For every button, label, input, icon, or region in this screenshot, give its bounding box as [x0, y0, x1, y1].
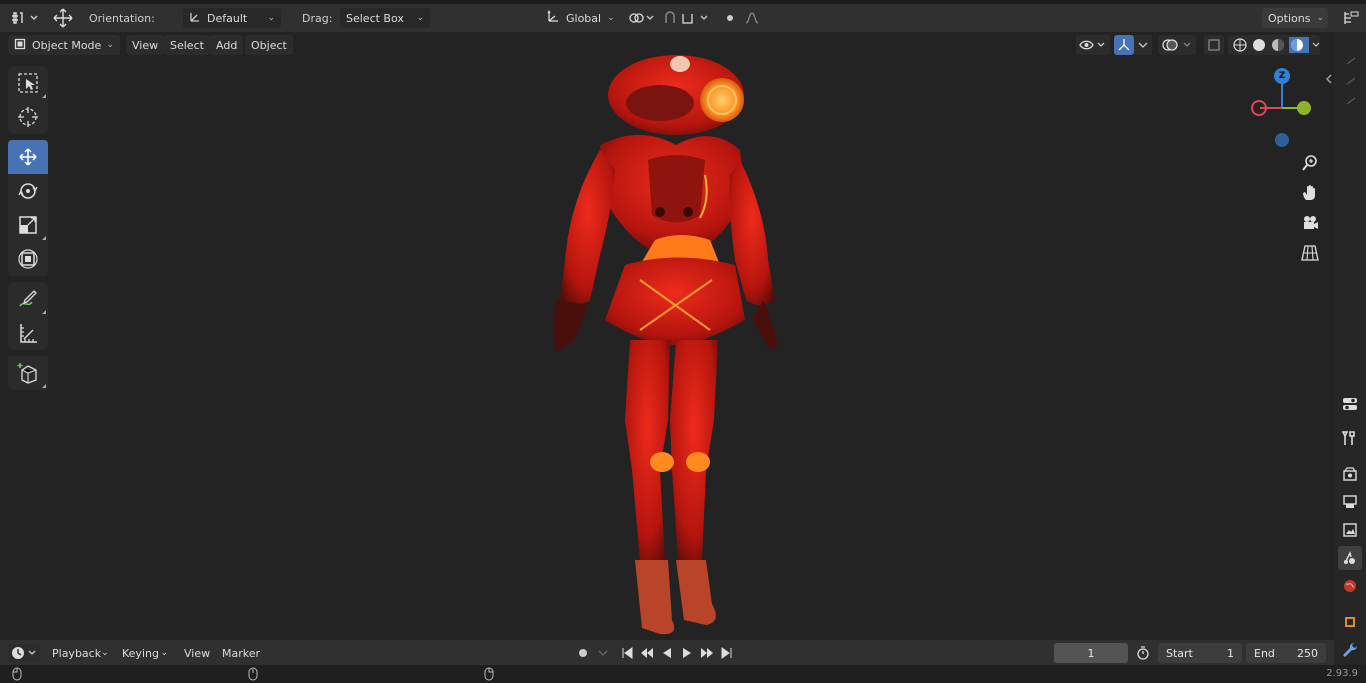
annotate-tool[interactable]: [8, 282, 48, 316]
rotate-icon: [18, 183, 38, 199]
select-box-tool[interactable]: [8, 66, 48, 100]
timeline-view-menu[interactable]: View: [178, 643, 216, 663]
version-label: 2.93.9: [1326, 668, 1358, 679]
render-properties-icon[interactable]: [1338, 462, 1362, 486]
end-value: 250: [1297, 646, 1318, 660]
viewport-3d-model[interactable]: [0, 0, 1334, 665]
start-value: 1: [1227, 646, 1234, 660]
timeline-editor-icon[interactable]: [8, 644, 40, 662]
play-icon[interactable]: [678, 644, 696, 662]
modifier-wrench-icon[interactable]: [1338, 638, 1362, 662]
cursor-icon: [18, 107, 38, 127]
measure-icon: [20, 324, 37, 343]
outliner-icon[interactable]: [1342, 10, 1360, 26]
mouse-left-icon: [10, 667, 24, 681]
select-box-icon: [18, 73, 38, 93]
chevron-down-icon: ⌄: [101, 648, 109, 658]
move-tool[interactable]: [8, 140, 48, 174]
play-reverse-icon[interactable]: [658, 644, 676, 662]
start-frame-field[interactable]: Start 1: [1158, 643, 1242, 663]
sidebar-tabs-icon: [1344, 54, 1358, 114]
current-frame-field[interactable]: 1: [1054, 643, 1128, 663]
perspective-grid-icon[interactable]: [1298, 242, 1322, 264]
tool-options-indicator: [42, 310, 46, 314]
scene-properties-icon[interactable]: [1338, 546, 1362, 570]
tool-options-indicator: [42, 94, 46, 98]
outliner-header: [1334, 4, 1366, 32]
object-properties-icon[interactable]: [1338, 610, 1362, 634]
mouse-middle-icon: [246, 667, 260, 681]
chevron-down-icon: ⌄: [160, 648, 168, 658]
transform-tool[interactable]: [8, 242, 48, 276]
marker-menu[interactable]: Marker: [216, 643, 266, 663]
world-properties-icon[interactable]: [1338, 574, 1362, 598]
end-label: End: [1254, 646, 1275, 660]
status-bar: 2.93.9: [0, 665, 1366, 683]
add-cube-icon: [17, 363, 37, 384]
scale-icon: [19, 216, 37, 234]
playback-label: Playback: [52, 646, 102, 660]
start-label: Start: [1166, 646, 1193, 660]
keying-menu[interactable]: Keying ⌄: [116, 643, 174, 663]
tool-shelf: [8, 66, 50, 390]
axis-z-label[interactable]: Z: [1274, 68, 1290, 84]
stopwatch-icon[interactable]: [1134, 644, 1152, 662]
output-properties-icon[interactable]: [1338, 490, 1362, 514]
jump-keyframe-back-icon[interactable]: [638, 644, 656, 662]
move-icon: [19, 148, 37, 166]
jump-start-icon[interactable]: [618, 644, 636, 662]
end-frame-field[interactable]: End 250: [1246, 643, 1326, 663]
jump-end-icon[interactable]: [718, 644, 736, 662]
tool-properties-icon[interactable]: [1338, 426, 1362, 450]
transform-icon: [18, 249, 38, 269]
hand-pan-icon[interactable]: [1298, 182, 1322, 204]
camera-view-icon[interactable]: [1298, 212, 1322, 234]
record-icon[interactable]: [574, 644, 592, 662]
view-layer-properties-icon[interactable]: [1338, 518, 1362, 542]
cursor-tool[interactable]: [8, 100, 48, 134]
mouse-right-icon: [482, 667, 496, 681]
chevron-down-icon[interactable]: [594, 644, 612, 662]
keying-label: Keying: [122, 646, 159, 660]
rotate-tool[interactable]: [8, 174, 48, 208]
annotate-icon: [19, 290, 37, 307]
timeline-header: Playback ⌄ Keying ⌄ View Marker 1 Start …: [0, 640, 1334, 666]
properties-toggle-icon[interactable]: [1338, 392, 1362, 416]
add-cube-tool[interactable]: [8, 356, 48, 390]
chevron-left-icon[interactable]: [1324, 72, 1334, 86]
measure-tool[interactable]: [8, 316, 48, 350]
zoom-icon[interactable]: [1298, 152, 1322, 174]
playback-menu[interactable]: Playback ⌄: [46, 643, 114, 663]
scale-tool[interactable]: [8, 208, 48, 242]
tool-options-indicator: [42, 236, 46, 240]
jump-keyframe-forward-icon[interactable]: [698, 644, 716, 662]
tool-options-indicator: [42, 384, 46, 388]
